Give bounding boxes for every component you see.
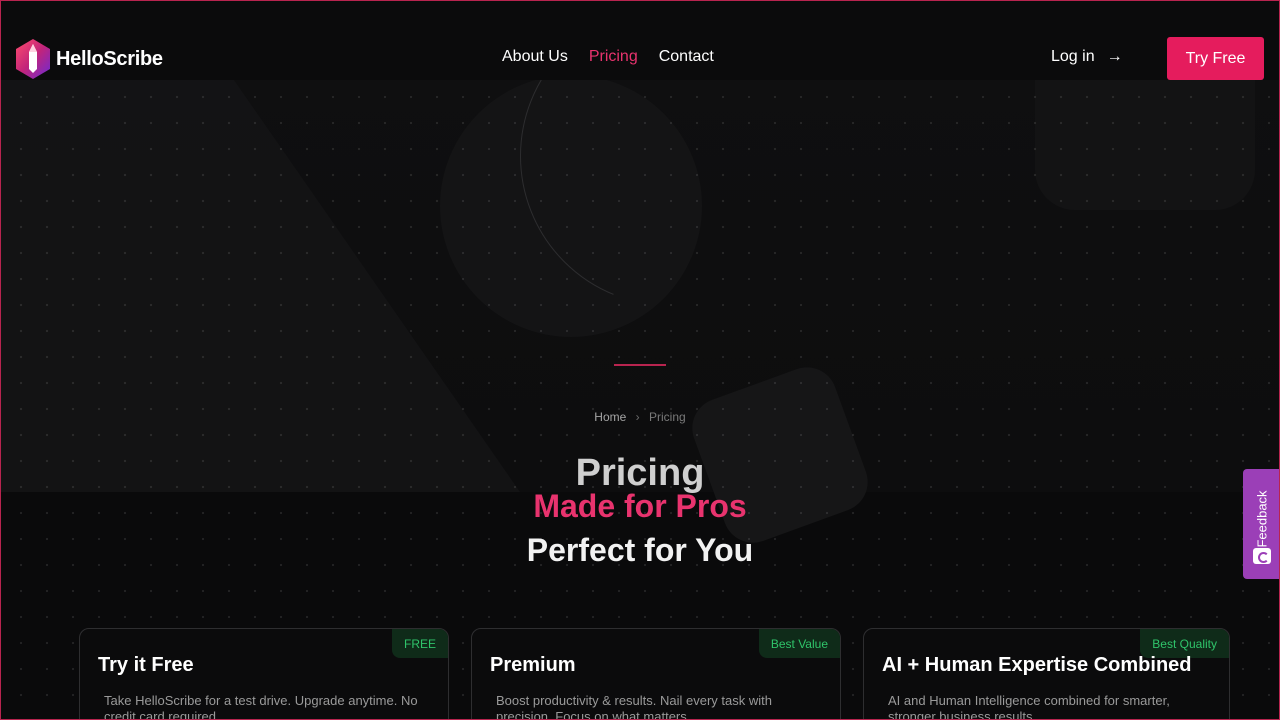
hero-headline: Perfect for You: [526, 532, 754, 568]
feedback-label: Feedback: [1254, 490, 1270, 548]
login-link[interactable]: Log in →: [1051, 48, 1123, 66]
login-label: Log in: [1051, 48, 1095, 65]
plan-card-ai-human[interactable]: Best Quality AI + Human Expertise Combin…: [863, 628, 1230, 720]
breadcrumb: Home › Pricing: [0, 410, 1280, 424]
hero-headline-accent: Made for Pros: [533, 488, 747, 524]
plan-description: Boost productivity & results. Nail every…: [496, 693, 772, 720]
feedback-icon: [1253, 548, 1271, 564]
plan-title: Premium: [490, 654, 576, 676]
plan-badge: FREE: [391, 629, 448, 658]
main-nav: About Us Pricing Contact: [502, 48, 714, 66]
nav-contact[interactable]: Contact: [659, 48, 714, 66]
plan-description: Take HelloScribe for a test drive. Upgra…: [104, 693, 418, 720]
dot-grid-background: [0, 80, 1280, 720]
plan-card-premium[interactable]: Best Value Premium Boost productivity & …: [471, 628, 841, 720]
hero-divider: [614, 364, 666, 366]
plan-description: AI and Human Intelligence combined for s…: [888, 693, 1170, 720]
feedback-tab[interactable]: Feedback: [1243, 469, 1280, 579]
plan-card-free[interactable]: FREE Try it Free Take HelloScribe for a …: [79, 628, 449, 720]
breadcrumb-home[interactable]: Home: [594, 410, 626, 424]
plan-title: AI + Human Expertise Combined: [882, 654, 1192, 676]
plan-badge: Best Value: [758, 629, 840, 658]
logo-icon: [16, 39, 50, 79]
plan-title: Try it Free: [98, 654, 194, 676]
logo-link[interactable]: HelloScribe: [16, 39, 163, 79]
breadcrumb-current: Pricing: [649, 410, 686, 424]
chevron-right-icon: ›: [635, 410, 640, 424]
arrow-right-icon: →: [1106, 48, 1123, 65]
try-free-button[interactable]: Try Free: [1167, 37, 1264, 80]
nav-about-us[interactable]: About Us: [502, 48, 568, 66]
site-header: HelloScribe About Us Pricing Contact Log…: [0, 0, 1280, 80]
nav-pricing[interactable]: Pricing: [589, 48, 638, 66]
logo-text: HelloScribe: [56, 47, 163, 70]
